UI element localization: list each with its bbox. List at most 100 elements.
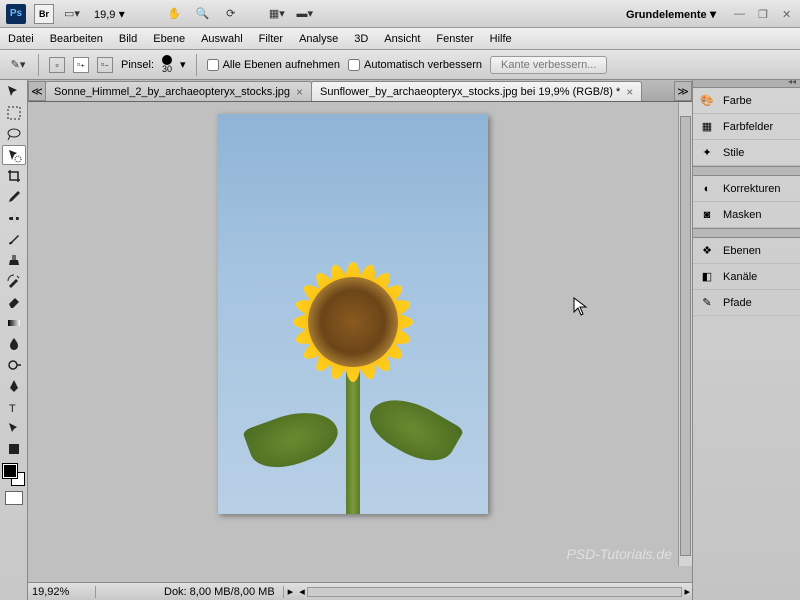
- adjustments-icon: ◐: [699, 181, 715, 197]
- status-doc-size[interactable]: Dok: 8,00 MB/8,00 MB: [156, 586, 284, 598]
- panel-collapse-icon[interactable]: [693, 80, 800, 88]
- menu-bearbeiten[interactable]: Bearbeiten: [50, 33, 103, 45]
- dodge-tool-icon[interactable]: [2, 355, 26, 375]
- palette-icon: 🎨: [699, 93, 715, 109]
- photoshop-logo-icon: Ps: [6, 4, 26, 24]
- document-tab-1[interactable]: Sonne_Himmel_2_by_archaeopteryx_stocks.j…: [45, 81, 312, 101]
- quick-mask-icon[interactable]: [5, 491, 23, 505]
- menu-fenster[interactable]: Fenster: [436, 33, 473, 45]
- arrange-docs-icon[interactable]: ▦▾: [267, 4, 287, 24]
- pen-tool-icon[interactable]: [2, 376, 26, 396]
- brush-dropdown-icon[interactable]: ▾: [180, 58, 186, 71]
- panel-korrekturen[interactable]: ◐Korrekturen: [693, 176, 800, 202]
- menu-datei[interactable]: Datei: [8, 33, 34, 45]
- zoom-level-selector[interactable]: 19,9 ▾: [90, 5, 129, 23]
- eyedropper-tool-icon[interactable]: [2, 187, 26, 207]
- tabs-scroll-right-icon[interactable]: ≫: [674, 81, 692, 101]
- tab-label: Sunflower_by_archaeopteryx_stocks.jpg be…: [320, 86, 620, 98]
- subtract-selection-icon[interactable]: ▫₋: [97, 57, 113, 73]
- current-tool-icon[interactable]: ✎▾: [8, 55, 28, 75]
- window-titlebar: Ps Br ▭▾ 19,9 ▾ ✋ 🔍 ⟳ ▦▾ ▬▾ Grundelement…: [0, 0, 800, 28]
- panel-pfade[interactable]: ✎Pfade: [693, 290, 800, 316]
- watermark: PSD-Tutorials.de: [566, 546, 672, 562]
- menu-hilfe[interactable]: Hilfe: [490, 33, 512, 45]
- healing-brush-tool-icon[interactable]: [2, 208, 26, 228]
- rotate-view-icon[interactable]: ⟳: [221, 4, 241, 24]
- options-bar: ✎▾ ▫ ▫₊ ▫₋ Pinsel: 30 ▾ Alle Ebenen aufn…: [0, 50, 800, 80]
- paths-icon: ✎: [699, 295, 715, 311]
- add-selection-icon[interactable]: ▫₊: [73, 57, 89, 73]
- tabs-scroll-left-icon[interactable]: ≪: [28, 81, 46, 101]
- document-canvas: [218, 114, 488, 514]
- swatches-icon: ▦: [699, 119, 715, 135]
- gradient-tool-icon[interactable]: [2, 313, 26, 333]
- brush-size-value: 30: [162, 65, 172, 74]
- auto-enhance-checkbox[interactable]: Automatisch verbessern: [348, 59, 482, 71]
- shape-tool-icon[interactable]: [2, 439, 26, 459]
- marquee-tool-icon[interactable]: [2, 103, 26, 123]
- masks-icon: ◙: [699, 207, 715, 223]
- refine-edge-button[interactable]: Kante verbessern...: [490, 56, 607, 74]
- hand-tool-icon[interactable]: ✋: [165, 4, 185, 24]
- lasso-tool-icon[interactable]: [2, 124, 26, 144]
- zoom-tool-icon[interactable]: 🔍: [193, 4, 213, 24]
- status-bar: 19,92% Dok: 8,00 MB/8,00 MB ▸ ◂▸: [28, 582, 692, 600]
- menu-bild[interactable]: Bild: [119, 33, 137, 45]
- horizontal-scrollbar[interactable]: ◂▸: [297, 585, 692, 598]
- panels-dock: 🎨Farbe ▦Farbfelder ✦Stile ◐Korrekturen ◙…: [692, 80, 800, 600]
- layers-icon: ❖: [699, 243, 715, 259]
- color-swatches[interactable]: [3, 464, 25, 486]
- document-tabs: ≪ Sonne_Himmel_2_by_archaeopteryx_stocks…: [28, 80, 692, 102]
- menu-3d[interactable]: 3D: [354, 33, 368, 45]
- panel-kanaele[interactable]: ◧Kanäle: [693, 264, 800, 290]
- screen-mode-icon[interactable]: ▬▾: [295, 4, 315, 24]
- sample-all-layers-checkbox[interactable]: Alle Ebenen aufnehmen: [207, 59, 340, 71]
- path-selection-tool-icon[interactable]: [2, 418, 26, 438]
- history-brush-tool-icon[interactable]: [2, 271, 26, 291]
- document-tab-2[interactable]: Sunflower_by_archaeopteryx_stocks.jpg be…: [311, 81, 642, 101]
- tab-close-icon[interactable]: ×: [296, 85, 303, 99]
- styles-icon: ✦: [699, 145, 715, 161]
- move-tool-icon[interactable]: [2, 82, 26, 102]
- clone-stamp-tool-icon[interactable]: [2, 250, 26, 270]
- menu-ebene[interactable]: Ebene: [153, 33, 185, 45]
- toolbox: T: [0, 80, 28, 600]
- menu-ansicht[interactable]: Ansicht: [384, 33, 420, 45]
- quick-selection-tool-icon[interactable]: [2, 145, 26, 165]
- panel-farbe[interactable]: 🎨Farbe: [693, 88, 800, 114]
- type-tool-icon[interactable]: T: [2, 397, 26, 417]
- status-arrow-icon[interactable]: ▸: [284, 585, 298, 598]
- document-area: ≪ Sonne_Himmel_2_by_archaeopteryx_stocks…: [28, 80, 692, 600]
- menu-filter[interactable]: Filter: [259, 33, 283, 45]
- image-content: [242, 400, 344, 478]
- panel-masken[interactable]: ◙Masken: [693, 202, 800, 228]
- mouse-cursor-icon: [573, 297, 589, 320]
- canvas-viewport[interactable]: PSD-Tutorials.de: [28, 102, 692, 582]
- menu-bar: Datei Bearbeiten Bild Ebene Auswahl Filt…: [0, 28, 800, 50]
- brush-tool-icon[interactable]: [2, 229, 26, 249]
- workspace-switcher[interactable]: Grundelemente ▾: [620, 5, 722, 23]
- vertical-scrollbar[interactable]: [678, 102, 692, 566]
- layout-dropdown-icon[interactable]: ▭▾: [62, 4, 82, 24]
- tab-close-icon[interactable]: ×: [626, 85, 633, 99]
- panel-farbfelder[interactable]: ▦Farbfelder: [693, 114, 800, 140]
- panel-ebenen[interactable]: ❖Ebenen: [693, 238, 800, 264]
- brush-preset-picker[interactable]: 30: [162, 55, 172, 74]
- crop-tool-icon[interactable]: [2, 166, 26, 186]
- status-zoom[interactable]: 19,92%: [28, 586, 96, 598]
- channels-icon: ◧: [699, 269, 715, 285]
- menu-analyse[interactable]: Analyse: [299, 33, 338, 45]
- panel-stile[interactable]: ✦Stile: [693, 140, 800, 166]
- menu-auswahl[interactable]: Auswahl: [201, 33, 243, 45]
- brush-label: Pinsel:: [121, 59, 154, 71]
- close-icon[interactable]: ✕: [782, 8, 794, 20]
- new-selection-icon[interactable]: ▫: [49, 57, 65, 73]
- minimize-icon[interactable]: —: [734, 8, 746, 20]
- foreground-color-icon[interactable]: [3, 464, 17, 478]
- eraser-tool-icon[interactable]: [2, 292, 26, 312]
- bridge-icon[interactable]: Br: [34, 4, 54, 24]
- svg-text:T: T: [9, 403, 16, 415]
- blur-tool-icon[interactable]: [2, 334, 26, 354]
- tab-label: Sonne_Himmel_2_by_archaeopteryx_stocks.j…: [54, 86, 290, 98]
- maximize-icon[interactable]: ❐: [758, 8, 770, 20]
